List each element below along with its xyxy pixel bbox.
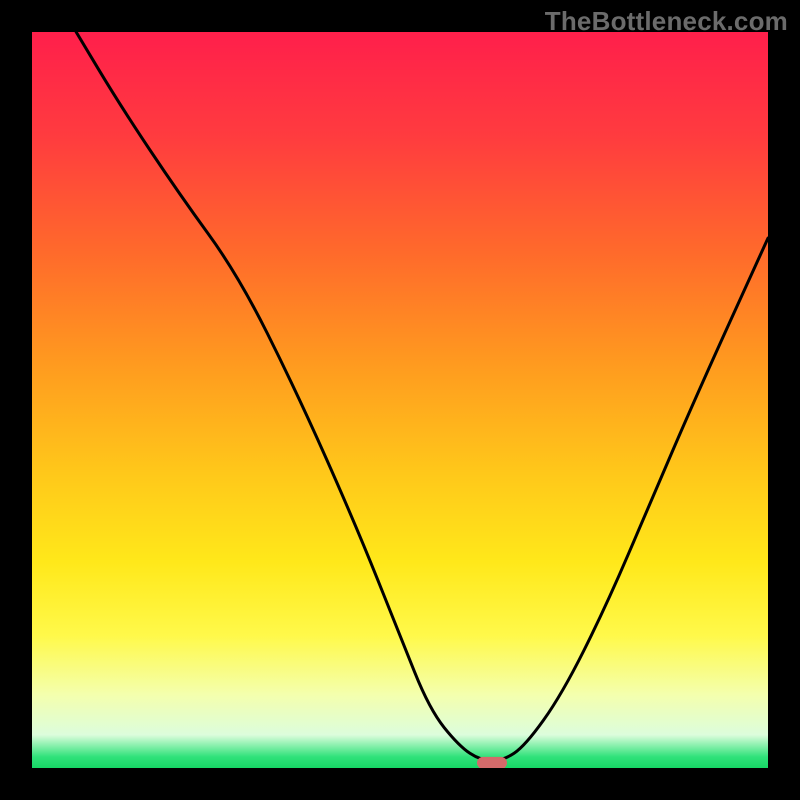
optimal-marker <box>477 757 507 768</box>
gradient-background <box>32 32 768 768</box>
plot-area <box>32 32 768 768</box>
watermark-text: TheBottleneck.com <box>545 6 788 37</box>
chart-svg <box>32 32 768 768</box>
chart-frame: TheBottleneck.com <box>0 0 800 800</box>
